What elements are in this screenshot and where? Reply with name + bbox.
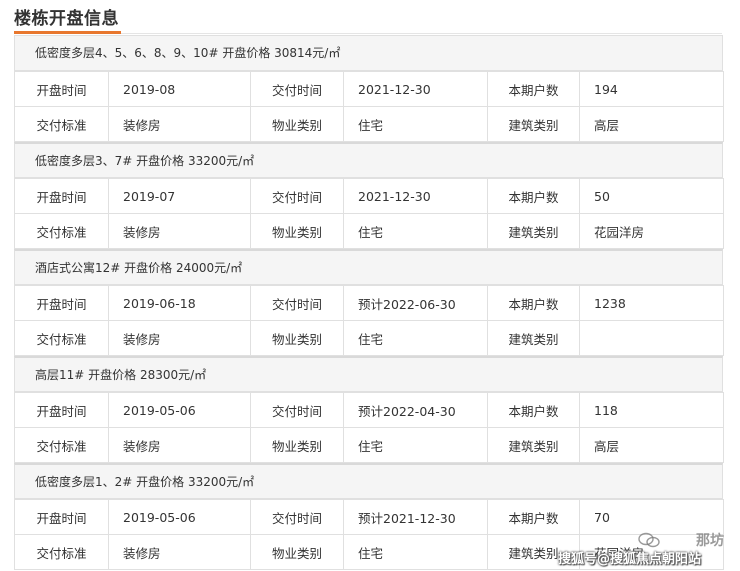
delivery-time-value: 2021-12-30 xyxy=(343,71,488,107)
open-time-value: 2019-06-18 xyxy=(108,285,251,321)
building-info-table: 开盘时间 2019-05-06 交付时间 预计2021-12-30 本期户数 7… xyxy=(14,499,724,570)
building-type-label: 建筑类别 xyxy=(487,106,580,142)
building-type-value xyxy=(579,320,724,356)
households-value: 70 xyxy=(579,499,724,535)
delivery-time-value: 预计2021-12-30 xyxy=(343,499,488,535)
building-type-value: 花园洋房 xyxy=(579,213,724,249)
title-accent-underline xyxy=(14,31,121,34)
delivery-standard-value: 装修房 xyxy=(108,106,251,142)
table-row: 开盘时间 2019-07 交付时间 2021-12-30 本期户数 50 xyxy=(14,178,724,214)
page-title: 楼栋开盘信息 xyxy=(14,9,119,29)
households-label: 本期户数 xyxy=(487,71,580,107)
building-type-value: 高层 xyxy=(579,427,724,463)
building-type-value: 高层 xyxy=(579,106,724,142)
property-type-value: 住宅 xyxy=(343,106,488,142)
table-row: 交付标准 装修房 物业类别 住宅 建筑类别 高层 xyxy=(14,427,724,463)
table-row: 开盘时间 2019-05-06 交付时间 预计2021-12-30 本期户数 7… xyxy=(14,499,724,535)
building-header: 低密度多层4、5、6、8、9、10# 开盘价格 30814元/㎡ xyxy=(14,35,723,71)
households-label: 本期户数 xyxy=(487,178,580,214)
building-header: 高层11# 开盘价格 28300元/㎡ xyxy=(14,356,723,392)
households-label: 本期户数 xyxy=(487,499,580,535)
table-row: 交付标准 装修房 物业类别 住宅 建筑类别 花园洋房 xyxy=(14,534,724,570)
delivery-time-value: 预计2022-04-30 xyxy=(343,392,488,428)
delivery-time-label: 交付时间 xyxy=(250,499,344,535)
delivery-time-value: 预计2022-06-30 xyxy=(343,285,488,321)
property-type-value: 住宅 xyxy=(343,534,488,570)
open-time-value: 2019-07 xyxy=(108,178,251,214)
table-row: 开盘时间 2019-06-18 交付时间 预计2022-06-30 本期户数 1… xyxy=(14,285,724,321)
delivery-time-label: 交付时间 xyxy=(250,392,344,428)
table-row: 交付标准 装修房 物业类别 住宅 建筑类别 xyxy=(14,320,724,356)
delivery-standard-value: 装修房 xyxy=(108,320,251,356)
building-header: 低密度多层1、2# 开盘价格 33200元/㎡ xyxy=(14,463,723,499)
households-value: 118 xyxy=(579,392,724,428)
building-type-label: 建筑类别 xyxy=(487,534,580,570)
households-value: 50 xyxy=(579,178,724,214)
open-time-label: 开盘时间 xyxy=(14,392,109,428)
building-info-table: 开盘时间 2019-08 交付时间 2021-12-30 本期户数 194 交付… xyxy=(14,71,724,142)
building-header: 酒店式公寓12# 开盘价格 24000元/㎡ xyxy=(14,249,723,285)
property-type-label: 物业类别 xyxy=(250,106,344,142)
open-time-value: 2019-05-06 xyxy=(108,392,251,428)
property-type-label: 物业类别 xyxy=(250,534,344,570)
open-time-value: 2019-08 xyxy=(108,71,251,107)
property-type-label: 物业类别 xyxy=(250,427,344,463)
delivery-time-value: 2021-12-30 xyxy=(343,178,488,214)
delivery-standard-value: 装修房 xyxy=(108,534,251,570)
delivery-standard-label: 交付标准 xyxy=(14,106,109,142)
building-info-table: 开盘时间 2019-05-06 交付时间 预计2022-04-30 本期户数 1… xyxy=(14,392,724,463)
households-label: 本期户数 xyxy=(487,392,580,428)
building-block: 高层11# 开盘价格 28300元/㎡ 开盘时间 2019-05-06 交付时间… xyxy=(14,356,724,463)
open-time-label: 开盘时间 xyxy=(14,499,109,535)
property-type-value: 住宅 xyxy=(343,320,488,356)
households-label: 本期户数 xyxy=(487,285,580,321)
delivery-standard-label: 交付标准 xyxy=(14,213,109,249)
building-header: 低密度多层3、7# 开盘价格 33200元/㎡ xyxy=(14,142,723,178)
building-type-label: 建筑类别 xyxy=(487,427,580,463)
table-row: 开盘时间 2019-05-06 交付时间 预计2022-04-30 本期户数 1… xyxy=(14,392,724,428)
households-value: 194 xyxy=(579,71,724,107)
table-row: 交付标准 装修房 物业类别 住宅 建筑类别 高层 xyxy=(14,106,724,142)
building-block: 低密度多层1、2# 开盘价格 33200元/㎡ 开盘时间 2019-05-06 … xyxy=(14,463,724,570)
building-block: 酒店式公寓12# 开盘价格 24000元/㎡ 开盘时间 2019-06-18 交… xyxy=(14,249,724,356)
delivery-standard-label: 交付标准 xyxy=(14,427,109,463)
delivery-standard-label: 交付标准 xyxy=(14,320,109,356)
building-type-value: 花园洋房 xyxy=(579,534,724,570)
building-block: 低密度多层4、5、6、8、9、10# 开盘价格 30814元/㎡ 开盘时间 20… xyxy=(14,35,724,142)
page-header: 楼栋开盘信息 xyxy=(0,0,740,34)
delivery-standard-value: 装修房 xyxy=(108,427,251,463)
building-list: 低密度多层4、5、6、8、9、10# 开盘价格 30814元/㎡ 开盘时间 20… xyxy=(14,35,724,570)
building-info-table: 开盘时间 2019-07 交付时间 2021-12-30 本期户数 50 交付标… xyxy=(14,178,724,249)
open-time-label: 开盘时间 xyxy=(14,71,109,107)
open-time-value: 2019-05-06 xyxy=(108,499,251,535)
delivery-time-label: 交付时间 xyxy=(250,178,344,214)
households-value: 1238 xyxy=(579,285,724,321)
delivery-standard-label: 交付标准 xyxy=(14,534,109,570)
building-block: 低密度多层3、7# 开盘价格 33200元/㎡ 开盘时间 2019-07 交付时… xyxy=(14,142,724,249)
building-type-label: 建筑类别 xyxy=(487,213,580,249)
open-time-label: 开盘时间 xyxy=(14,178,109,214)
building-info-table: 开盘时间 2019-06-18 交付时间 预计2022-06-30 本期户数 1… xyxy=(14,285,724,356)
property-type-label: 物业类别 xyxy=(250,213,344,249)
delivery-time-label: 交付时间 xyxy=(250,71,344,107)
property-type-label: 物业类别 xyxy=(250,320,344,356)
open-time-label: 开盘时间 xyxy=(14,285,109,321)
delivery-standard-value: 装修房 xyxy=(108,213,251,249)
table-row: 开盘时间 2019-08 交付时间 2021-12-30 本期户数 194 xyxy=(14,71,724,107)
property-type-value: 住宅 xyxy=(343,427,488,463)
delivery-time-label: 交付时间 xyxy=(250,285,344,321)
table-row: 交付标准 装修房 物业类别 住宅 建筑类别 花园洋房 xyxy=(14,213,724,249)
building-type-label: 建筑类别 xyxy=(487,320,580,356)
property-type-value: 住宅 xyxy=(343,213,488,249)
